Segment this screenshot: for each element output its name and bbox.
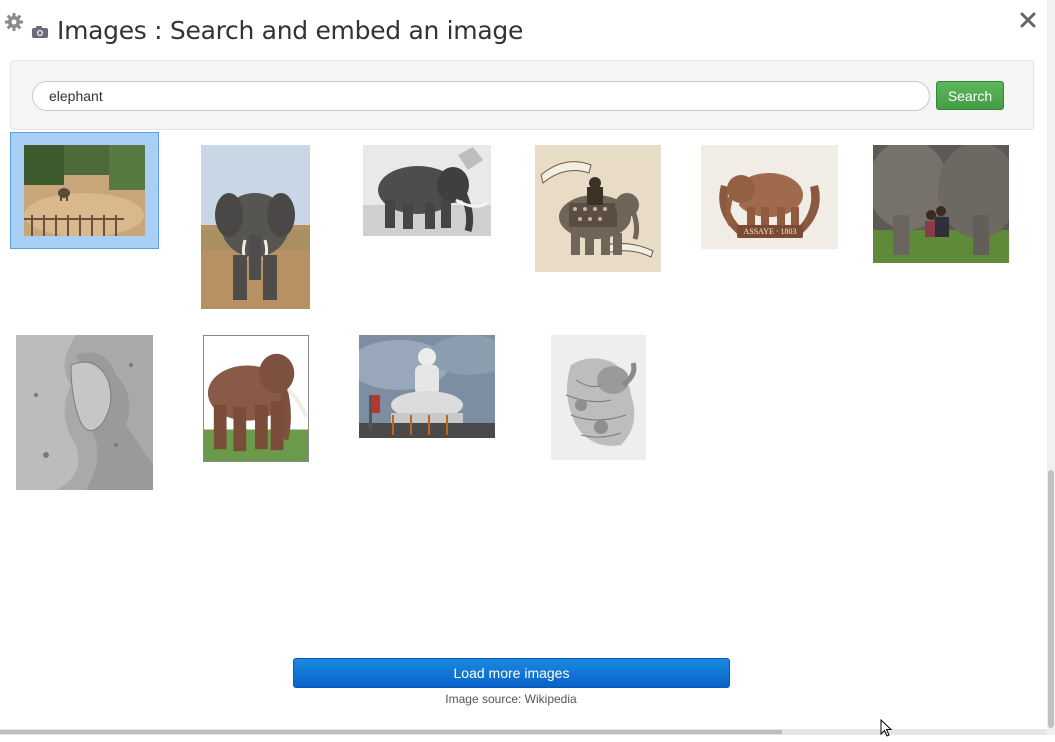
image-source-label: Image source: Wikipedia xyxy=(445,692,577,706)
result-thumbnail-elephant-tusks[interactable] xyxy=(203,335,309,462)
result-thumbnail-assaye-badge[interactable]: ASSAYE · 1803 xyxy=(701,145,838,249)
badge-caption: ASSAYE · 1803 xyxy=(743,227,797,236)
mouse-cursor-icon xyxy=(880,718,893,737)
page-title: Images : Search and embed an image xyxy=(57,16,524,45)
load-more-button[interactable]: Load more images xyxy=(293,658,730,688)
result-thumbnail-elephant-bw[interactable] xyxy=(363,145,491,236)
result-thumbnail-elephants-with-child[interactable] xyxy=(873,145,1009,263)
search-bar: Search xyxy=(10,60,1034,130)
vertical-scrollbar[interactable] xyxy=(1047,0,1055,735)
result-thumbnail-buddha-statue[interactable] xyxy=(359,335,495,438)
result-thumbnail-elephant-engraving[interactable] xyxy=(551,335,646,460)
horizontal-scrollbar-thumb[interactable] xyxy=(0,730,782,734)
search-button[interactable]: Search xyxy=(936,81,1004,110)
result-thumbnail-african-elephant[interactable] xyxy=(201,145,310,309)
result-thumbnail-elephant-enclosure[interactable] xyxy=(24,145,145,236)
gear-icon[interactable] xyxy=(4,12,24,32)
vertical-scrollbar-thumb[interactable] xyxy=(1048,470,1054,728)
search-input[interactable] xyxy=(32,81,930,111)
close-icon[interactable] xyxy=(1019,11,1037,29)
result-thumbnail-mars-terrain[interactable] xyxy=(16,335,153,490)
result-thumbnail-war-elephant-illustration[interactable] xyxy=(535,145,661,272)
camera-icon xyxy=(31,24,49,40)
